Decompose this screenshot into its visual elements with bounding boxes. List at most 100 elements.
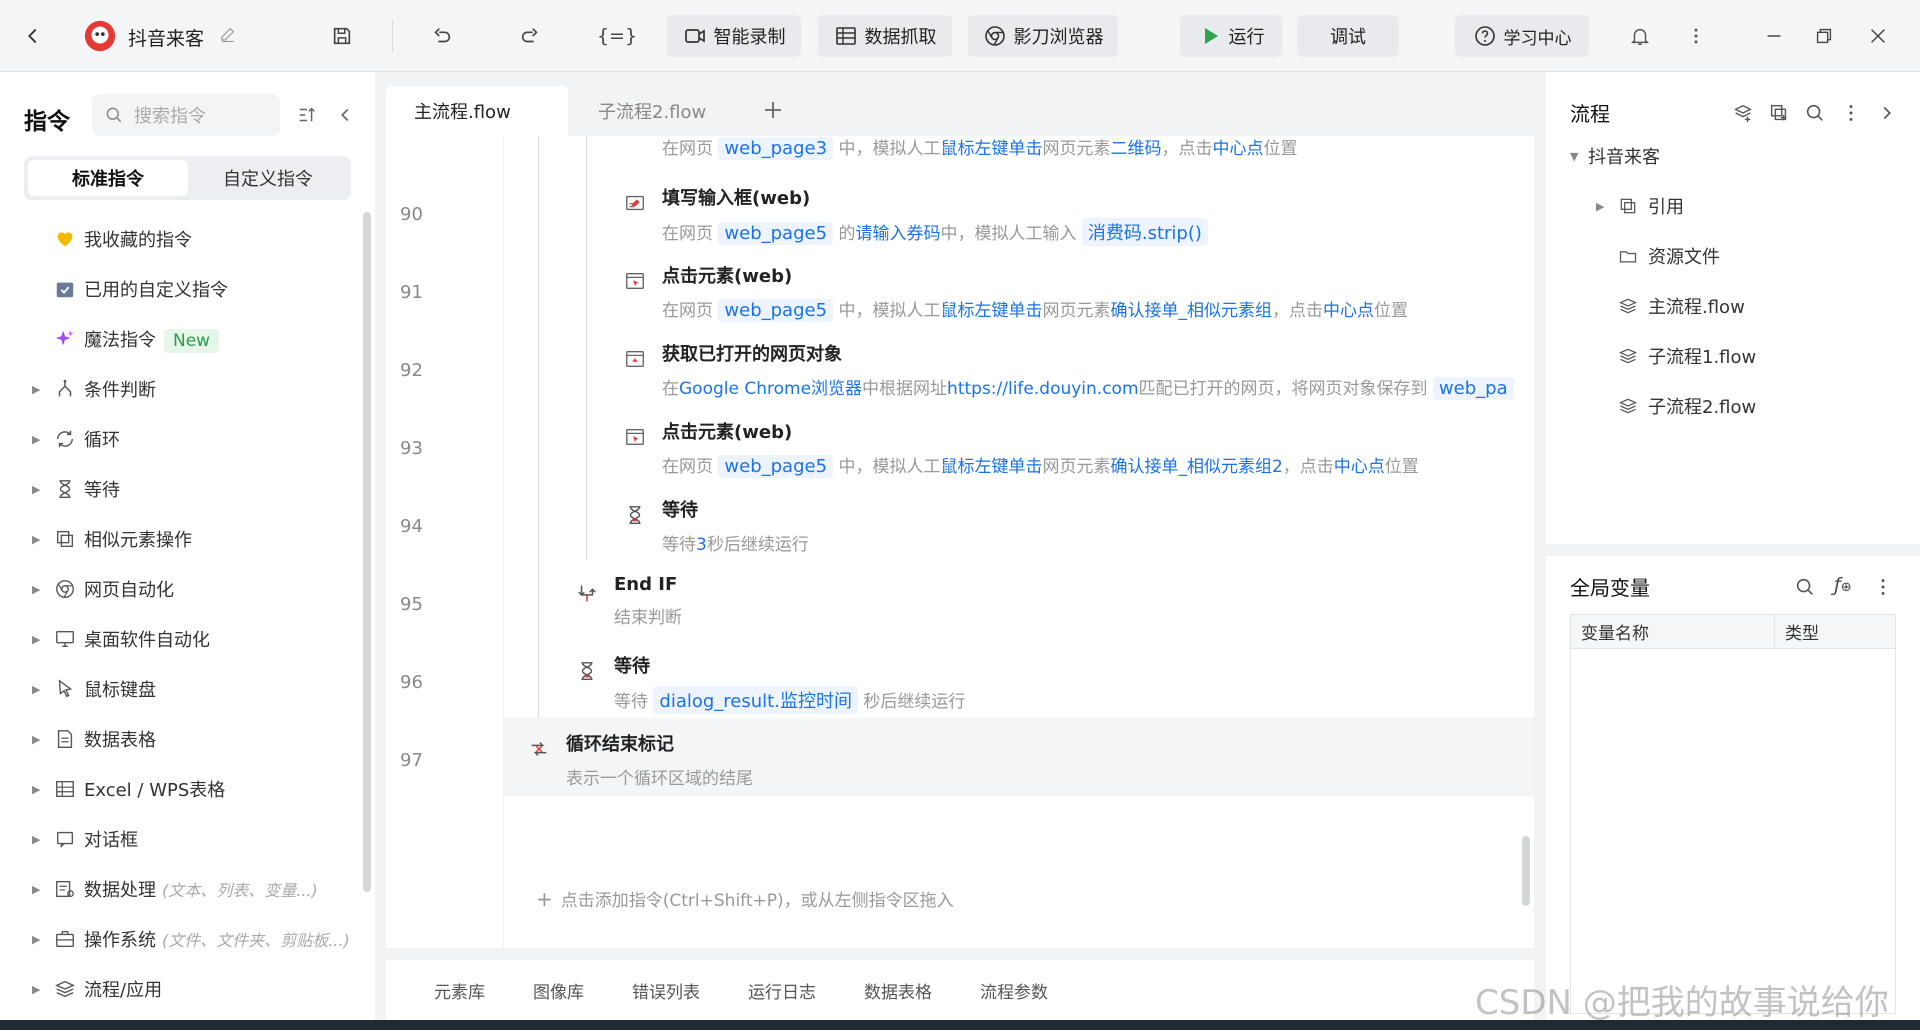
sidebar-item[interactable]: ▶ 网页自动化	[0, 564, 360, 614]
edit-icon[interactable]	[218, 24, 238, 44]
sidebar-item[interactable]: ▶ Excel / WPS表格	[0, 764, 360, 814]
sidebar-item[interactable]: ▶ 等待	[0, 464, 360, 514]
tree-item-main-flow[interactable]: 主流程.flow	[1618, 286, 1745, 326]
column-header-type[interactable]: 类型	[1775, 615, 1895, 648]
sidebar-item[interactable]: ▶ 流程/应用	[0, 964, 360, 1014]
sidebar-item[interactable]: ▶ 循环	[0, 414, 360, 464]
add-command-hint[interactable]: + 点击添加指令(Ctrl+Shift+P)，或从左侧指令区拖入	[536, 886, 954, 911]
bell-icon[interactable]	[1626, 22, 1654, 50]
collapse-left-icon[interactable]	[334, 104, 356, 126]
toolbar-divider	[392, 20, 393, 52]
browser-button[interactable]: 影刀浏览器	[968, 15, 1118, 57]
sidebar-item[interactable]: ▶ 操作系统 (文件、文件夹、剪贴板...)	[0, 914, 360, 964]
sidebar-item-label: 数据表格	[84, 730, 156, 751]
add-variable-icon[interactable]: ƒ⊕	[1834, 574, 1852, 596]
command-search-input[interactable]: 搜索指令	[92, 94, 280, 136]
sort-icon[interactable]	[296, 104, 318, 126]
back-icon[interactable]	[20, 22, 46, 50]
heart-icon	[54, 228, 76, 250]
tree-item-subflow-2[interactable]: 子流程2.flow	[1618, 386, 1756, 426]
debug-button[interactable]: 调试	[1297, 15, 1399, 57]
tab-custom-commands[interactable]: 自定义指令	[188, 160, 348, 196]
bottom-tab[interactable]: 流程参数	[980, 978, 1048, 1003]
sidebar-item[interactable]: 我收藏的指令	[0, 214, 360, 264]
sidebar-item[interactable]: 已用的自定义指令	[0, 264, 360, 314]
add-tab-icon[interactable]	[761, 98, 785, 122]
sidebar-item[interactable]: ▶ 对话框	[0, 814, 360, 864]
sidebar-item[interactable]: ▶ 数据表格	[0, 714, 360, 764]
smart-record-button[interactable]: 智能录制	[667, 15, 801, 57]
more-vertical-icon[interactable]	[1686, 22, 1706, 50]
sidebar-item[interactable]: ▶ 桌面软件自动化	[0, 614, 360, 664]
input-field-icon	[624, 192, 646, 214]
run-button[interactable]: 运行	[1180, 15, 1282, 57]
tab-standard-commands[interactable]: 标准指令	[28, 160, 188, 196]
tree-item-resources[interactable]: 资源文件	[1618, 236, 1720, 276]
sidebar-item[interactable]: ▶ 相似元素操作	[0, 514, 360, 564]
document-icon	[54, 728, 76, 750]
variables-icon[interactable]: {=}	[597, 20, 637, 52]
watermark: CSDN @把我的故事说给你	[1475, 983, 1889, 1023]
line-number: 96	[400, 672, 423, 693]
sidebar-item[interactable]: 魔法指令 New	[0, 314, 360, 364]
video-icon	[683, 24, 707, 48]
flow-step[interactable]: 等待 等待 dialog_result.监控时间 秒后继续运行	[614, 652, 965, 714]
close-icon[interactable]	[1864, 22, 1892, 50]
sidebar-item[interactable]: ▶ 条件判断	[0, 364, 360, 414]
caret-down-icon: ▼	[1570, 149, 1579, 163]
flow-step[interactable]: 获取已打开的网页对象 在Google Chrome浏览器中根据网址https:/…	[662, 340, 1514, 400]
line-number: 95	[400, 594, 423, 615]
redo-icon[interactable]	[516, 22, 544, 50]
sidebar-item-label: 相似元素操作	[84, 530, 192, 551]
bottom-tab[interactable]: 运行日志	[748, 978, 816, 1003]
sidebar-item-label: Excel / WPS表格	[84, 780, 226, 801]
add-resource-icon[interactable]	[1768, 102, 1790, 124]
minimize-icon[interactable]	[1760, 22, 1788, 50]
bottom-tab[interactable]: 数据表格	[864, 978, 932, 1003]
flow-step-partial[interactable]: 在网页 web_page3 中，模拟人工鼠标左键单击网页元素二维码，点击中心点位…	[662, 134, 1297, 160]
editor-scrollbar[interactable]	[1522, 836, 1530, 906]
undo-icon[interactable]	[428, 22, 456, 50]
column-header-name[interactable]: 变量名称	[1571, 615, 1775, 648]
loop-end-icon	[528, 738, 550, 760]
caret-right-icon: ▶	[32, 882, 41, 896]
sidebar-item-label: 对话框	[84, 830, 138, 851]
tab-main-flow[interactable]: 主流程.flow	[386, 86, 568, 136]
collapse-right-icon[interactable]	[1876, 102, 1898, 124]
line-number: 94	[400, 516, 423, 537]
app-logo	[82, 18, 118, 54]
tree-item-subflow-1[interactable]: 子流程1.flow	[1618, 336, 1756, 376]
flow-step[interactable]: End IF 结束判断	[614, 574, 682, 628]
flow-step[interactable]: 等待 等待3秒后继续运行	[662, 496, 809, 555]
flow-step[interactable]: 点击元素(web) 在网页 web_page5 中，模拟人工鼠标左键单击网页元素…	[662, 262, 1408, 322]
bottom-tab[interactable]: 错误列表	[632, 978, 700, 1003]
flow-step[interactable]: 点击元素(web) 在网页 web_page5 中，模拟人工鼠标左键单击网页元素…	[662, 418, 1419, 478]
search-icon[interactable]	[1794, 576, 1816, 598]
run-label: 运行	[1228, 27, 1265, 48]
search-icon[interactable]	[1804, 102, 1826, 124]
caret-right-icon: ▶	[32, 732, 41, 746]
new-badge: New	[164, 328, 220, 353]
learning-center-button[interactable]: 学习中心	[1455, 15, 1589, 57]
save-icon[interactable]	[328, 22, 356, 50]
hourglass-icon	[54, 478, 76, 500]
caret-right-icon: ▶	[32, 432, 41, 446]
tree-root[interactable]: ▼ 抖音来客	[1570, 136, 1660, 176]
flow-step[interactable]: 填写输入框(web) 在网页 web_page5 的请输入券码中，模拟人工输入 …	[662, 184, 1208, 246]
more-vertical-icon[interactable]	[1840, 102, 1862, 124]
more-vertical-icon[interactable]	[1872, 576, 1894, 598]
data-scrape-button[interactable]: 数据抓取	[818, 15, 952, 57]
flow-step[interactable]: 循环结束标记 表示一个循环区域的结尾	[566, 730, 753, 789]
restore-icon[interactable]	[1810, 22, 1838, 50]
add-flow-icon[interactable]	[1732, 102, 1754, 124]
bottom-tab[interactable]: 图像库	[533, 978, 584, 1003]
tab-subflow-2[interactable]: 子流程2.flow	[570, 86, 750, 136]
bottom-tab[interactable]: 元素库	[434, 978, 485, 1003]
taskbar-strip	[0, 1020, 1920, 1030]
click-element-icon	[624, 270, 646, 292]
tree-item-reference[interactable]: ▶ 引用	[1596, 186, 1684, 226]
sidebar-item[interactable]: ▶ 数据处理 (文本、列表、变量...)	[0, 864, 360, 914]
panel-divider	[1546, 544, 1920, 556]
sidebar-scrollbar[interactable]	[363, 212, 371, 892]
sidebar-item[interactable]: ▶ 鼠标键盘	[0, 664, 360, 714]
